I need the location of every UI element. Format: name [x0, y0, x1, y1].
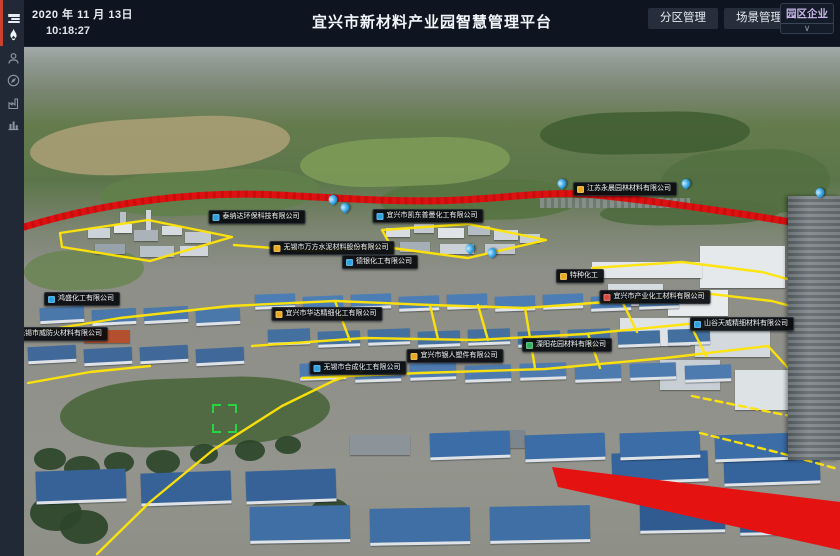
company-label-text: 江苏永晨园林材料有限公司	[587, 185, 671, 193]
smart-park-platform-window: 2020 年 11 月 13日 10:18:27 宜兴市新材料产业园智慧管理平台…	[0, 0, 840, 556]
company-category-icon	[274, 245, 281, 252]
selection-box	[212, 404, 237, 433]
company-label-text: 泰纳达环保科技有限公司	[223, 213, 300, 221]
company-category-icon	[577, 186, 584, 193]
company-label-text: 特种化工	[570, 272, 598, 280]
company-label[interactable]: 无锡市威防火材料有限公司	[24, 327, 108, 341]
company-label-text: 无锡市万方水泥材料股份有限公司	[284, 244, 389, 252]
top-bar: 2020 年 11 月 13日 10:18:27 宜兴市新材料产业园智慧管理平台…	[24, 0, 840, 47]
company-category-icon	[276, 311, 283, 318]
company-label-text: 宜兴市银人塑件有限公司	[421, 352, 498, 360]
company-label[interactable]: 无锡市万方水泥材料股份有限公司	[270, 241, 395, 255]
company-label[interactable]: 无锡市合成化工有限公司	[310, 361, 407, 375]
map-3d-view[interactable]: 泰纳达环保科技有限公司 宜兴市凯东普曼化工有限公司 江苏永晨园林材料有限公司无锡市万…	[24, 46, 840, 556]
company-label-text: 无锡市合成化工有限公司	[324, 364, 401, 372]
compass-icon[interactable]	[3, 70, 24, 91]
company-label[interactable]: 宜兴市凯东普曼化工有限公司	[373, 209, 484, 223]
company-label[interactable]: 特种化工	[556, 269, 604, 283]
company-label-text: 德银化工有限公司	[356, 258, 412, 266]
company-category-icon	[377, 213, 384, 220]
company-label-text: 山谷天威精细材料有限公司	[704, 320, 788, 328]
company-label[interactable]: 山谷天威精细材料有限公司	[690, 317, 794, 331]
factory-icon[interactable]	[3, 93, 24, 114]
company-category-icon	[560, 273, 567, 280]
fire-icon[interactable]	[3, 24, 24, 45]
company-category-icon	[346, 259, 353, 266]
company-category-icon	[694, 321, 701, 328]
company-label[interactable]: 江苏永晨园林材料有限公司	[573, 182, 677, 196]
company-label-text: 无锡市威防火材料有限公司	[24, 330, 102, 338]
bar-chart-icon[interactable]	[3, 114, 24, 135]
chevron-down-icon: ∨	[781, 24, 833, 33]
red-ribbon	[552, 467, 840, 550]
company-category-icon	[314, 365, 321, 372]
company-category-icon	[213, 214, 220, 221]
company-category-icon	[48, 296, 55, 303]
menu-icon[interactable]	[3, 4, 24, 25]
company-label[interactable]: 泰纳达环保科技有限公司	[209, 210, 306, 224]
park-enterprise-dropdown-label: 园区企业	[781, 4, 833, 24]
company-label-text: 宜兴市产业化工材料有限公司	[614, 293, 705, 301]
company-label-text: 宜兴市华达精细化工有限公司	[286, 310, 377, 318]
company-label[interactable]: 宜兴市华达精细化工有限公司	[272, 307, 383, 321]
company-label[interactable]: 鸿盛化工有限公司	[44, 292, 120, 306]
company-category-icon	[604, 294, 611, 301]
sidebar	[0, 0, 24, 556]
company-label-text: 鸿盛化工有限公司	[58, 295, 114, 303]
map-roads-overlay	[24, 46, 840, 556]
zone-management-button[interactable]: 分区管理	[648, 8, 718, 29]
park-enterprise-dropdown[interactable]: 园区企业 ∨	[780, 3, 834, 34]
user-icon[interactable]	[3, 48, 24, 69]
company-label[interactable]: 溧阳花园材料有限公司	[522, 338, 612, 352]
company-label-text: 溧阳花园材料有限公司	[536, 341, 606, 349]
company-label-text: 宜兴市凯东普曼化工有限公司	[387, 212, 478, 220]
company-category-icon	[411, 353, 418, 360]
company-label[interactable]: 宜兴市银人塑件有限公司	[407, 349, 504, 363]
high-rise-tower	[788, 196, 840, 460]
company-label[interactable]: 宜兴市产业化工材料有限公司	[600, 290, 711, 304]
company-category-icon	[526, 342, 533, 349]
company-label[interactable]: 德银化工有限公司	[342, 255, 418, 269]
